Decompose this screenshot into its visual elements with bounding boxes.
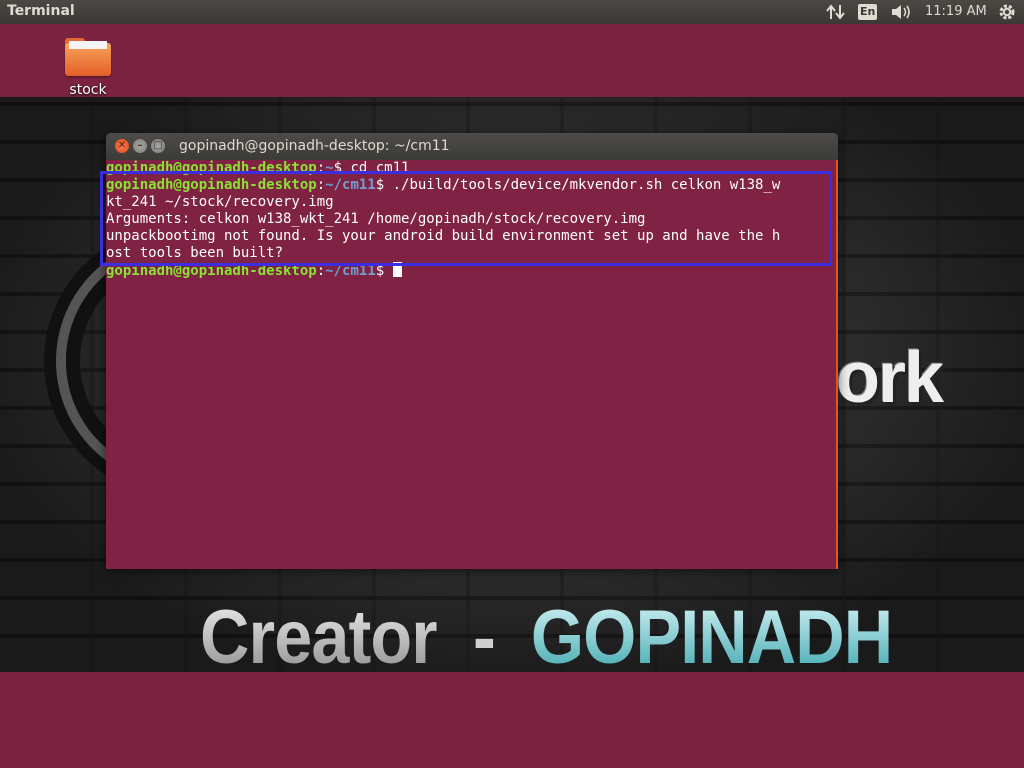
gear-icon[interactable] bbox=[997, 0, 1017, 24]
text-cursor bbox=[392, 262, 402, 277]
window-title: gopinadh@gopinadh-desktop: ~/cm11 bbox=[179, 138, 450, 154]
maximize-button[interactable]: □ bbox=[151, 139, 165, 153]
folder-icon bbox=[65, 38, 111, 76]
top-panel: Terminal En 11:19 AM bbox=[0, 0, 1024, 24]
creator-word: Creator bbox=[200, 595, 438, 672]
active-app-title: Terminal bbox=[7, 3, 75, 19]
terminal-line: gopinadh@gopinadh-desktop:~/cm11$ bbox=[106, 262, 836, 279]
terminal-window: ✕ – □ gopinadh@gopinadh-desktop: ~/cm11 … bbox=[106, 133, 838, 569]
window-titlebar[interactable]: ✕ – □ gopinadh@gopinadh-desktop: ~/cm11 bbox=[106, 133, 838, 160]
terminal-line: kt_241 ~/stock/recovery.img bbox=[106, 194, 334, 210]
creator-dash: - bbox=[472, 595, 496, 672]
terminal-line: unpackbootimg not found. Is your android… bbox=[106, 228, 781, 244]
keyboard-layout-indicator[interactable]: En bbox=[858, 0, 878, 24]
terminal-line: Arguments: celkon w138_wkt_241 /home/gop… bbox=[106, 211, 646, 227]
desktop-folder-stock[interactable]: stock bbox=[60, 38, 116, 98]
terminal-line: gopinadh@gopinadh-desktop:~$ cd cm11 bbox=[106, 160, 410, 176]
keyboard-layout-label: En bbox=[858, 4, 878, 20]
terminal-output[interactable]: gopinadh@gopinadh-desktop:~$ cd cm11 gop… bbox=[106, 160, 838, 569]
wallpaper-text-fragment: ork bbox=[836, 338, 944, 418]
terminal-line: ost tools been built? bbox=[106, 245, 284, 261]
terminal-line: gopinadh@gopinadh-desktop:~/cm11$ ./buil… bbox=[106, 177, 781, 193]
minimize-button[interactable]: – bbox=[133, 139, 147, 153]
clock[interactable]: 11:19 AM bbox=[925, 4, 987, 19]
wallpaper-creator-text: Creator - GOPINADH bbox=[200, 594, 893, 672]
close-button[interactable]: ✕ bbox=[115, 139, 129, 153]
creator-name: GOPINADH bbox=[531, 595, 893, 672]
network-updown-icon[interactable] bbox=[826, 0, 846, 24]
volume-icon[interactable] bbox=[890, 0, 912, 24]
folder-label: stock bbox=[69, 82, 107, 98]
